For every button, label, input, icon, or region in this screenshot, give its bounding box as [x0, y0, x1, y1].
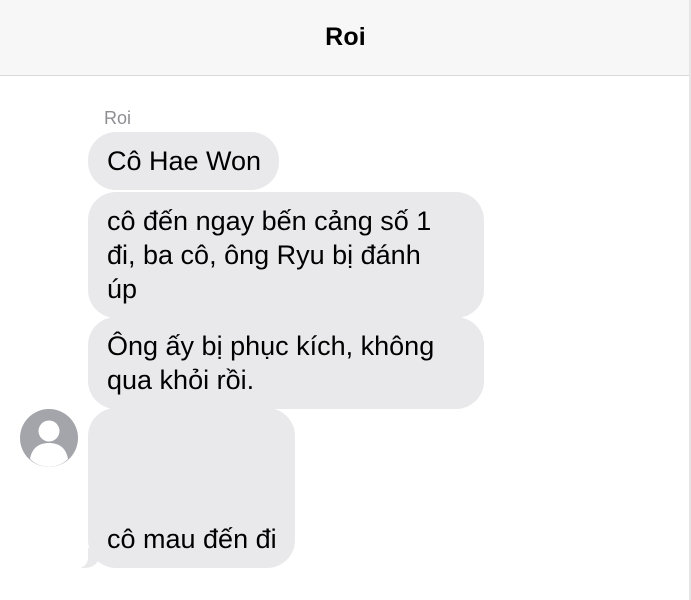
- message-bubble[interactable]: Cô Hae Won: [88, 132, 280, 190]
- message-bubble[interactable]: cô đến ngay bến cảng số 1 đi, ba cô, ông…: [88, 192, 484, 318]
- person-placeholder-icon[interactable]: [20, 409, 78, 467]
- sender-name: Roi: [104, 108, 132, 128]
- message-text: cô mau đến đi: [107, 524, 277, 554]
- message-bubble-last[interactable]: cô mau đến đi: [76, 408, 295, 568]
- contact-title[interactable]: Roi: [325, 23, 366, 52]
- message-thread: Roi Cô Hae Won cô đến ngay bến cảng số 1…: [0, 77, 691, 600]
- message-bubble[interactable]: Ông ấy bị phục kích, không qua khỏi rồi.: [88, 317, 484, 409]
- conversation-header: Roi: [0, 0, 691, 76]
